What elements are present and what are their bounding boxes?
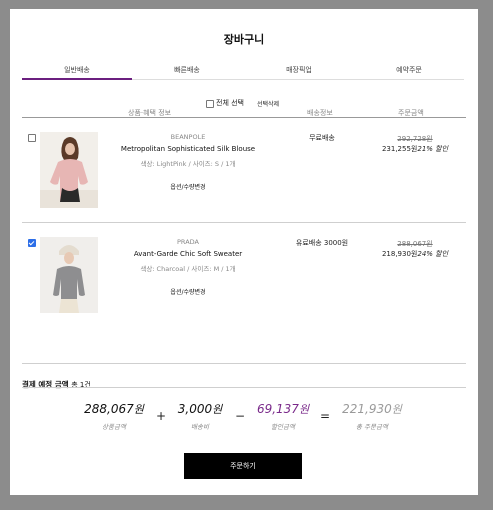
sale-price: 218,930원 — [381, 250, 418, 258]
page-title: 장바구니 — [223, 33, 265, 46]
discount-amount-label: 할인금액 — [271, 423, 295, 431]
sale-price-line: 218,930원24% 할인 — [370, 249, 460, 259]
original-price: 288,067원 — [397, 240, 433, 248]
summary-top-divider — [22, 363, 466, 364]
original-price: 292,728원 — [397, 135, 433, 143]
product-amount-value: 288,067 — [84, 402, 134, 416]
sale-price-line: 231,255원21% 할인 — [370, 144, 460, 154]
equals-operator: = — [320, 409, 331, 423]
tab-store-pickup[interactable]: 매장픽업 — [244, 65, 354, 75]
product-amount-label: 상품금액 — [102, 423, 126, 431]
total-amount-value: 221,930 — [342, 402, 392, 416]
discount-rate: 21% 할인 — [417, 145, 449, 153]
change-option-button[interactable]: 옵션/수량변경 — [108, 182, 268, 191]
discount-amount-value: 69,137 — [256, 402, 299, 416]
product-name[interactable]: Avant-Garde Chic Soft Sweater — [108, 250, 268, 258]
header-divider — [22, 117, 466, 118]
product-name[interactable]: Metropolitan Sophisticated Silk Blouse — [108, 145, 268, 153]
delete-selected-button[interactable]: 선택삭제 — [257, 99, 279, 108]
shipping-info: 무료배송 — [309, 134, 335, 142]
active-tab-indicator — [22, 78, 132, 80]
select-all-checkbox[interactable] — [206, 100, 214, 108]
tab-fast-shipping[interactable]: 빠른배송 — [132, 65, 242, 75]
product-image[interactable] — [40, 237, 98, 313]
item-checkbox[interactable] — [28, 134, 36, 142]
item-divider — [22, 222, 466, 223]
summary-product-amount: 288,067원 상품금액 — [74, 401, 154, 431]
tab-regular-shipping[interactable]: 일반배송 — [22, 65, 132, 75]
summary-discount: 69,137원 할인금액 — [243, 401, 323, 431]
shipping-info: 유료배송 3000원 — [295, 239, 349, 247]
shipping-fee-value: 3,000 — [177, 402, 213, 416]
summary-title: 결제 예정 금액 총 1건 — [22, 379, 91, 390]
product-brand: BEANPOLE — [170, 133, 206, 141]
change-option-button[interactable]: 옵션/수량변경 — [108, 287, 268, 296]
select-all-label[interactable]: 전체 선택 — [216, 98, 244, 108]
item-checkbox-checked[interactable] — [28, 239, 36, 247]
product-image[interactable] — [40, 132, 98, 208]
tab-reservation[interactable]: 예약주문 — [354, 65, 464, 75]
order-button[interactable]: 주문하기 — [184, 453, 302, 479]
won-unit: 원 — [391, 403, 402, 416]
summary-total: 221,930원 총 주문금액 — [332, 401, 412, 431]
total-amount-label: 총 주문금액 — [356, 423, 388, 431]
summary-shipping-fee: 3,000원 배송비 — [160, 401, 240, 431]
cart-panel: 장바구니 일반배송 빠른배송 매장픽업 예약주문 전체 선택 선택삭제 상품·혜… — [10, 9, 478, 495]
shipping-fee-label: 배송비 — [191, 423, 209, 431]
product-brand: PRADA — [177, 238, 199, 246]
product-options: 색상: Charcoal / 사이즈: M / 1개 — [140, 265, 236, 273]
won-unit: 원 — [298, 403, 310, 416]
won-unit: 원 — [133, 403, 144, 416]
product-options: 색상: LightPink / 사이즈: S / 1개 — [140, 160, 236, 168]
discount-rate: 24% 할인 — [417, 250, 449, 258]
won-unit: 원 — [212, 403, 223, 416]
summary-divider — [22, 387, 466, 388]
shipping-tabs: 일반배송 빠른배송 매장픽업 예약주문 — [22, 65, 464, 87]
sale-price: 231,255원 — [381, 145, 418, 153]
